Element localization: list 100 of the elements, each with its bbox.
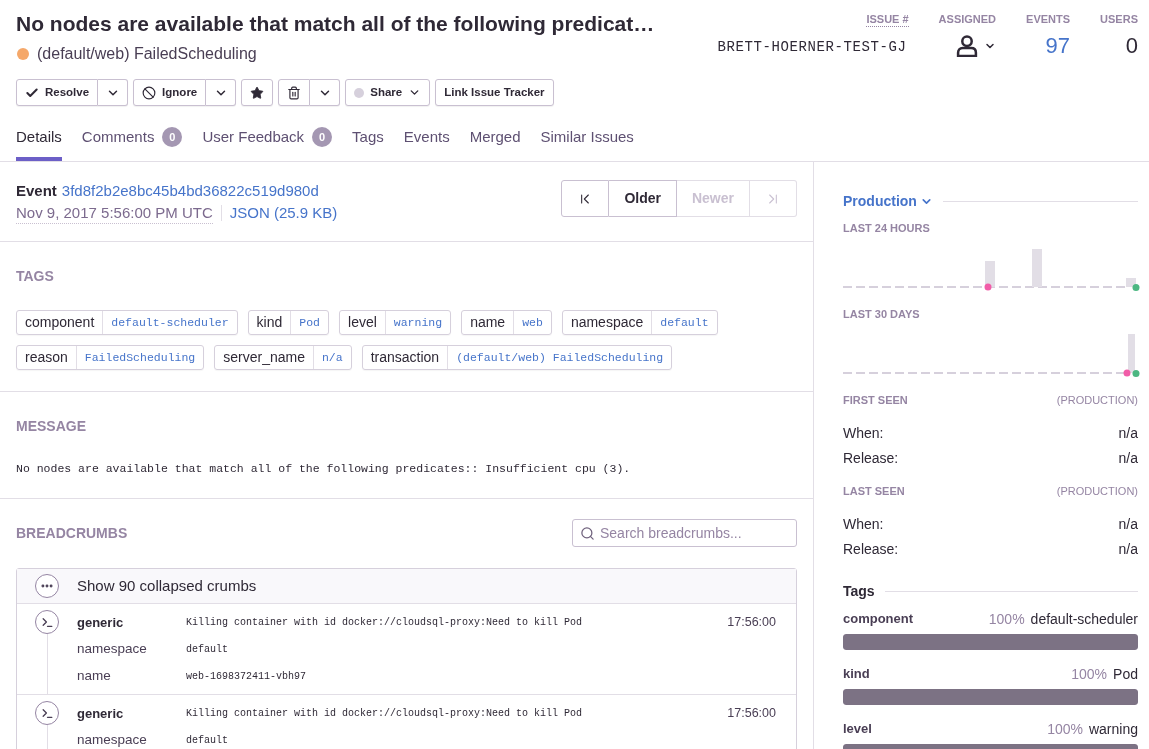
section-heading: TAGS bbox=[16, 267, 55, 286]
tag-percent: 100% bbox=[1047, 719, 1083, 739]
tag-percent: 100% bbox=[988, 609, 1025, 629]
issue-id: BRETT-HOERNER-TEST-GJ bbox=[717, 39, 908, 55]
seen-value: n/a bbox=[1118, 449, 1138, 468]
users-count: 0 bbox=[1125, 33, 1138, 58]
terminal-icon bbox=[35, 701, 59, 725]
stat-label: USERS bbox=[1100, 12, 1138, 26]
seen-heading: LAST SEEN bbox=[843, 484, 905, 498]
environment-scope: (PRODUCTION) bbox=[1056, 484, 1138, 498]
chart-title: LAST 24 HOURS bbox=[843, 221, 931, 235]
crumb-time: 17:56:00 bbox=[727, 614, 776, 632]
tab[interactable]: Tags bbox=[352, 127, 384, 161]
issue-title: No nodes are available that match all of the following predicat… bbox=[16, 11, 655, 37]
count-badge: 0 bbox=[312, 127, 333, 147]
marker-icon bbox=[1132, 284, 1140, 291]
search-field[interactable]: Search breadcrumbs... bbox=[572, 519, 797, 547]
crumb-category: generic bbox=[77, 613, 125, 632]
issue-culprit: (default/web) FailedScheduling bbox=[37, 44, 257, 64]
seen-value: n/a bbox=[1118, 540, 1138, 559]
seen-value: n/a bbox=[1118, 515, 1138, 534]
event-label: Event bbox=[16, 181, 57, 201]
tag-key: component bbox=[843, 609, 914, 629]
chart-title: LAST 30 DAYS bbox=[843, 307, 921, 321]
bookmark-button[interactable] bbox=[241, 79, 274, 106]
tag-key: reason bbox=[17, 346, 76, 369]
page-button[interactable]: Older bbox=[609, 180, 677, 217]
check-icon bbox=[25, 85, 39, 100]
crumb-message: Killing container with id docker://cloudsql-proxy:Need to kill Pod bbox=[186, 707, 584, 721]
issue-tracker-button[interactable]: Link Issue Tracker bbox=[435, 79, 554, 106]
crumb-time: 17:56:00 bbox=[727, 705, 776, 723]
search-icon bbox=[580, 525, 595, 541]
histogram-bar bbox=[1032, 249, 1042, 287]
tag-value-link[interactable]: (default/web) FailedScheduling bbox=[447, 346, 672, 369]
message-text: No nodes are available that match all of the following predicates:: Insufficient cpu (3). bbox=[16, 461, 632, 477]
json-link[interactable]: JSON (25.9 KB) bbox=[229, 202, 338, 224]
tag-key: kind bbox=[248, 311, 291, 334]
tag-value-link[interactable]: default bbox=[651, 311, 717, 334]
crumb-data-key: namespace bbox=[77, 639, 186, 660]
tab[interactable]: Events bbox=[403, 127, 450, 161]
tag-key: name bbox=[462, 311, 514, 334]
section-heading: BREADCRUMBS bbox=[16, 524, 128, 543]
tag-key: level bbox=[340, 311, 385, 334]
tab[interactable]: Details bbox=[16, 127, 62, 161]
stat-label: ISSUE # bbox=[866, 12, 909, 27]
dropdown-button[interactable] bbox=[98, 79, 129, 106]
event-id-link[interactable]: 3fd8f2b2e8bc45b4bd36822c519d980d bbox=[61, 180, 319, 202]
crumb-message: Killing container with id docker://cloudsql-proxy:Need to kill Pod bbox=[186, 616, 584, 630]
tab[interactable]: Similar Issues bbox=[540, 127, 634, 161]
tab[interactable]: User Feedback 0 bbox=[202, 127, 333, 161]
crumb-data-key: namespace bbox=[77, 730, 186, 749]
tag-value: warning bbox=[1088, 719, 1138, 739]
tag-key: component bbox=[17, 311, 103, 334]
stat-label: EVENTS bbox=[1026, 12, 1071, 26]
collapsed-crumbs-button[interactable]: Show 90 collapsed crumbs bbox=[17, 569, 796, 604]
seen-value: n/a bbox=[1118, 424, 1138, 443]
tag-key: kind bbox=[843, 664, 870, 684]
histogram-bar bbox=[1128, 334, 1135, 373]
tag-value-link[interactable]: web bbox=[513, 311, 551, 334]
tag-value-link[interactable]: default-scheduler bbox=[102, 311, 237, 334]
histogram-bar bbox=[985, 261, 995, 287]
tag-value: default-scheduler bbox=[1030, 609, 1138, 629]
star-icon bbox=[250, 85, 265, 100]
tag-key: transaction bbox=[362, 346, 448, 369]
ignore-button[interactable]: Ignore bbox=[133, 79, 207, 106]
seen-heading: FIRST SEEN bbox=[843, 393, 908, 407]
tag-value-link[interactable]: n/a bbox=[312, 346, 351, 369]
stat-label: ASSIGNED bbox=[938, 12, 997, 26]
seen-label: Release: bbox=[843, 449, 899, 468]
tag-value-link[interactable]: warning bbox=[384, 311, 451, 334]
section-heading: MESSAGE bbox=[16, 417, 87, 436]
tags-heading: Tags bbox=[843, 582, 875, 601]
delete-button[interactable] bbox=[278, 79, 311, 106]
tag-key: namespace bbox=[562, 311, 652, 334]
first-page-button[interactable] bbox=[561, 180, 610, 217]
tag-percent: 100% bbox=[1071, 664, 1108, 684]
tag-value-link[interactable]: FailedScheduling bbox=[75, 346, 204, 369]
resolve-button[interactable]: Resolve bbox=[16, 79, 99, 106]
ellipsis-icon bbox=[35, 574, 59, 598]
environment-dropdown[interactable]: Production bbox=[843, 191, 933, 211]
environment-scope: (PRODUCTION) bbox=[1056, 393, 1138, 407]
crumb-data-key: name bbox=[77, 666, 186, 687]
trash-icon bbox=[287, 85, 302, 100]
crumb-data-value: default bbox=[186, 734, 228, 748]
seen-label: When: bbox=[843, 515, 884, 534]
histogram-bar bbox=[1126, 278, 1136, 287]
seen-label: Release: bbox=[843, 540, 899, 559]
tab[interactable]: Merged bbox=[469, 127, 521, 161]
crumb-data-value: web-1698372411-vbh97 bbox=[186, 670, 307, 684]
event-date: Nov 9, 2017 5:56:00 PM UTC bbox=[16, 202, 213, 224]
events-count-link[interactable]: 97 bbox=[1045, 33, 1071, 58]
tab[interactable]: Comments 0 bbox=[81, 127, 183, 161]
count-badge: 0 bbox=[162, 127, 183, 147]
tag-key: server_name bbox=[215, 346, 313, 369]
user-icon bbox=[956, 35, 979, 57]
share-button[interactable]: Share bbox=[345, 79, 431, 106]
tag-value-link[interactable]: Pod bbox=[290, 311, 328, 334]
marker-icon bbox=[984, 283, 992, 291]
assignee-button[interactable] bbox=[956, 33, 997, 59]
crumb-category: generic bbox=[77, 704, 125, 723]
